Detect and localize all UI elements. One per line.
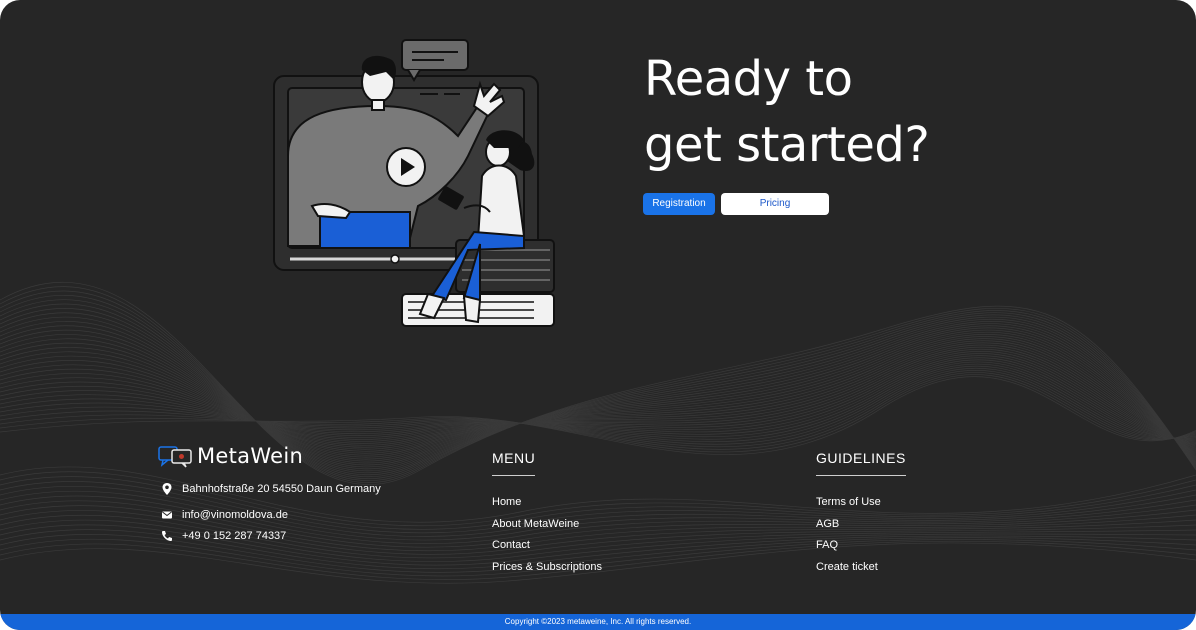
menu-list: Home About MetaWeine Contact Prices & Su… [492, 496, 602, 582]
pricing-button[interactable]: Pricing [721, 193, 829, 215]
menu-link-home[interactable]: Home [492, 496, 521, 508]
menu-item-about[interactable]: About MetaWeine [492, 518, 602, 540]
phone-icon [162, 531, 172, 541]
menu-link-contact[interactable]: Contact [492, 539, 530, 551]
menu-item-contact[interactable]: Contact [492, 539, 602, 561]
chat-bubbles-logo-icon [158, 446, 192, 468]
guidelines-link-terms[interactable]: Terms of Use [816, 496, 881, 508]
contact-address: Bahnhofstraße 20 54550 Daun Germany [160, 482, 381, 496]
guidelines-link-ticket[interactable]: Create ticket [816, 561, 878, 573]
menu-link-prices[interactable]: Prices & Subscriptions [492, 561, 602, 573]
menu-item-prices[interactable]: Prices & Subscriptions [492, 561, 602, 583]
registration-button[interactable]: Registration [643, 193, 715, 215]
copyright-text: Copyright ©2023 metaweine, Inc. All righ… [504, 617, 692, 626]
video-lesson-illustration [273, 39, 555, 327]
hero-title: Ready to get started? [644, 46, 930, 178]
address-text: Bahnhofstraße 20 54550 Daun Germany [182, 483, 381, 495]
email-link[interactable]: info@vinomoldova.de [182, 509, 288, 521]
guidelines-item-agb[interactable]: AGB [816, 518, 881, 540]
contact-phone[interactable]: +49 0 152 287 74337 [160, 529, 286, 543]
menu-link-about[interactable]: About MetaWeine [492, 518, 579, 530]
page-frame: Ready to get started? Registration Prici… [0, 0, 1196, 630]
guidelines-item-faq[interactable]: FAQ [816, 539, 881, 561]
guidelines-link-faq[interactable]: FAQ [816, 539, 838, 551]
guidelines-list: Terms of Use AGB FAQ Create ticket [816, 496, 881, 582]
guidelines-item-ticket[interactable]: Create ticket [816, 561, 881, 583]
guidelines-item-terms[interactable]: Terms of Use [816, 496, 881, 518]
map-pin-icon [162, 483, 172, 495]
brand-logo[interactable]: MetaWein [158, 444, 303, 468]
hero-title-line-2: get started? [644, 117, 930, 173]
copyright-bar: Copyright ©2023 metaweine, Inc. All righ… [0, 614, 1196, 630]
menu-item-home[interactable]: Home [492, 496, 602, 518]
guidelines-link-agb[interactable]: AGB [816, 518, 839, 530]
contact-email[interactable]: info@vinomoldova.de [160, 508, 288, 522]
hero-title-line-1: Ready to [644, 51, 853, 107]
mail-icon [162, 511, 172, 519]
brand-name: MetaWein [197, 444, 304, 468]
phone-link[interactable]: +49 0 152 287 74337 [182, 530, 286, 542]
menu-heading: MENU [492, 450, 536, 476]
guidelines-heading: GUIDELINES [816, 450, 906, 476]
